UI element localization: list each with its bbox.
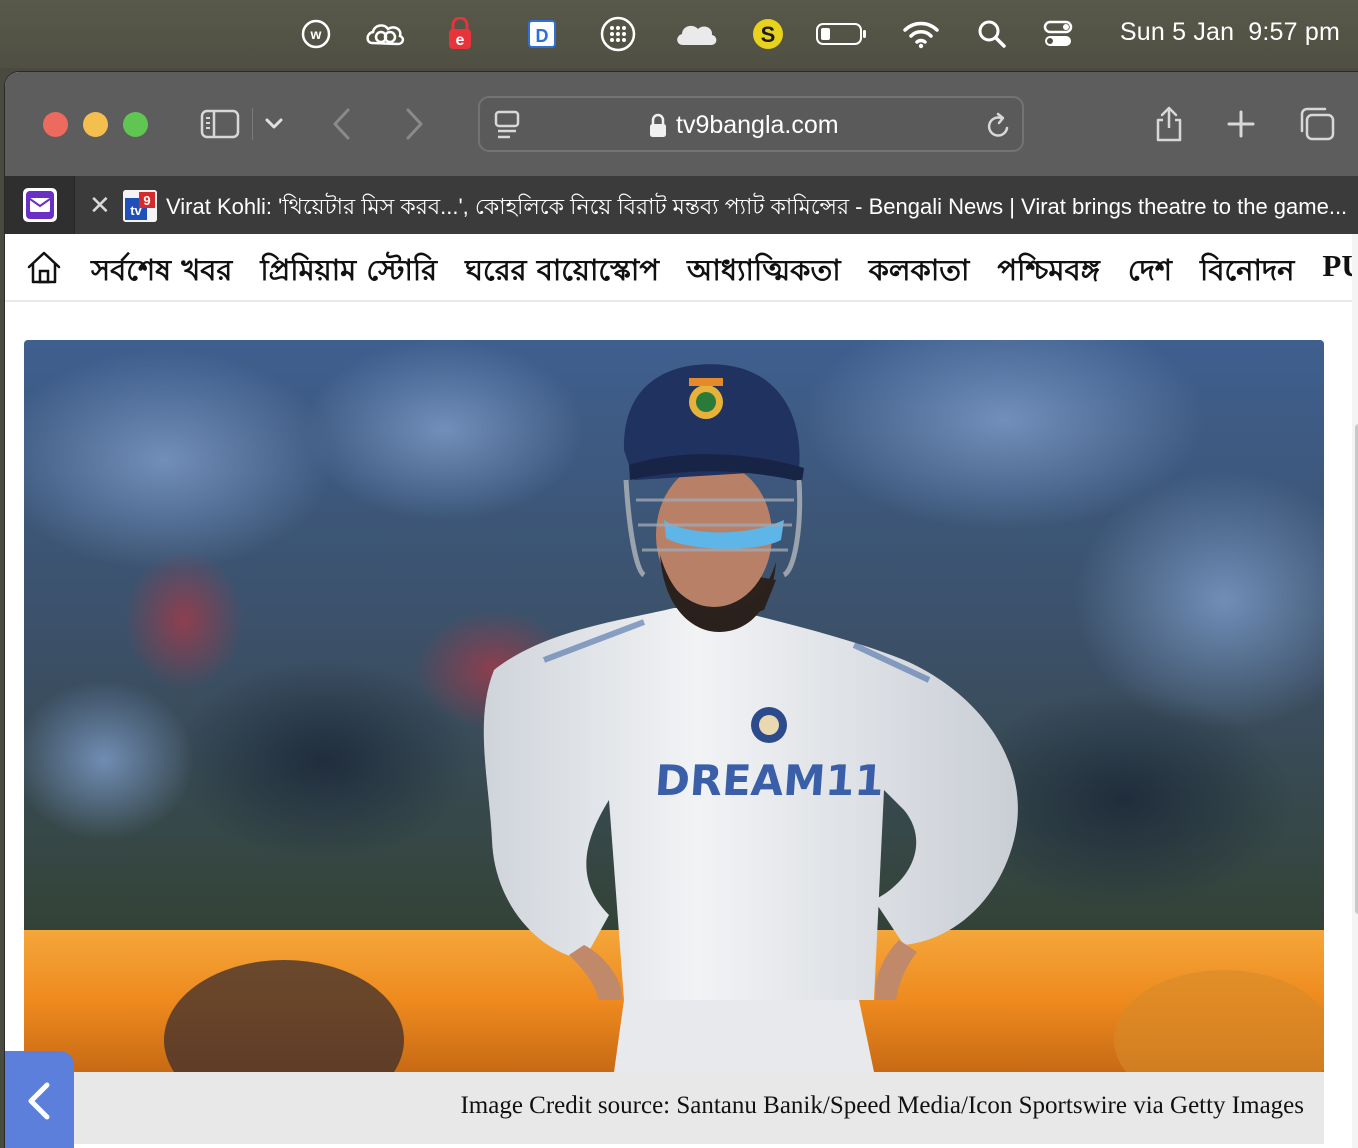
nav-item-pujo[interactable]: PUJO bbox=[1322, 248, 1352, 297]
pinned-tab-mail[interactable] bbox=[5, 176, 75, 234]
w-circle-icon[interactable]: w bbox=[298, 16, 334, 52]
nav-item-latest-news[interactable]: সর্বশেষ খবর bbox=[91, 248, 232, 297]
hero-image: DREAM11 bbox=[24, 340, 1324, 1072]
active-tab-title[interactable]: Virat Kohli: 'থিয়েটার মিস করব...', কোহল… bbox=[166, 190, 1356, 227]
menubar-clock[interactable]: Sun 5 Jan 9:57 pm bbox=[1120, 18, 1340, 47]
zoom-window-button[interactable] bbox=[123, 112, 148, 137]
chevron-left-icon bbox=[28, 1082, 49, 1120]
previous-article-button[interactable] bbox=[5, 1051, 74, 1148]
jersey-sponsor-text: DREAM11 bbox=[653, 756, 885, 805]
cloud-icon[interactable] bbox=[672, 16, 720, 52]
e-lock-icon[interactable]: e bbox=[444, 16, 476, 52]
chevron-down-icon[interactable] bbox=[261, 102, 287, 146]
reload-icon[interactable] bbox=[985, 111, 1013, 146]
site-nav-bar: সর্বশেষ খবর প্রিমিয়াম স্টোরি ঘরের বায়ো… bbox=[5, 234, 1352, 302]
spotlight-search-icon[interactable] bbox=[974, 16, 1010, 52]
forward-arrow-icon[interactable] bbox=[399, 102, 429, 146]
share-icon[interactable] bbox=[1149, 102, 1189, 146]
new-tab-plus-icon[interactable] bbox=[1223, 102, 1259, 146]
tab-strip: ✕ tv 9 Virat Kohli: 'থিয়েটার মিস করব...'… bbox=[5, 176, 1358, 234]
mail-envelope-icon bbox=[23, 188, 57, 227]
d-app-icon[interactable]: D bbox=[524, 16, 560, 52]
svg-text:e: e bbox=[456, 32, 465, 49]
launchpad-grid-icon[interactable] bbox=[598, 16, 638, 52]
tab-close-icon[interactable]: ✕ bbox=[89, 192, 111, 218]
svg-text:9: 9 bbox=[143, 193, 150, 208]
url-text: tv9bangla.com bbox=[676, 111, 839, 139]
tab-overview-icon[interactable] bbox=[1295, 102, 1339, 146]
s-app-icon[interactable]: S bbox=[750, 16, 786, 52]
address-bar[interactable]: tv9bangla.com bbox=[478, 96, 1024, 152]
svg-text:w: w bbox=[310, 26, 322, 42]
toolbar-divider bbox=[252, 108, 253, 140]
home-icon[interactable] bbox=[25, 248, 63, 286]
lock-icon bbox=[648, 113, 668, 144]
tv9-favicon-icon: tv 9 bbox=[123, 190, 157, 222]
image-caption-bar: Image Credit source: Santanu Banik/Speed… bbox=[24, 1072, 1324, 1144]
minimize-window-button[interactable] bbox=[83, 112, 108, 137]
clock-date: Sun 5 Jan bbox=[1119, 18, 1235, 46]
nav-item-west-bengal[interactable]: পশ্চিমবঙ্গ bbox=[997, 248, 1099, 297]
control-center-icon[interactable] bbox=[1040, 16, 1076, 52]
menu-bar: w e D S Sun 5 Jan 9:57 pm bbox=[0, 0, 1358, 68]
cricketer-photo: DREAM11 bbox=[24, 340, 1324, 1072]
nav-items: সর্বশেষ খবর প্রিমিয়াম স্টোরি ঘরের বায়ো… bbox=[91, 248, 1352, 297]
nav-item-premium-story[interactable]: প্রিমিয়াম স্টোরি bbox=[260, 248, 437, 297]
wifi-icon[interactable] bbox=[900, 16, 942, 52]
nav-item-bioscope[interactable]: ঘরের বায়োস্কোপ bbox=[465, 248, 659, 297]
nav-item-entertainment[interactable]: বিনোদন bbox=[1200, 248, 1294, 297]
sidebar-toggle-icon[interactable] bbox=[198, 102, 242, 146]
back-arrow-icon[interactable] bbox=[327, 102, 357, 146]
battery-icon[interactable] bbox=[814, 16, 870, 52]
web-page: সর্বশেষ খবর প্রিমিয়াম স্টোরি ঘরের বায়ো… bbox=[5, 234, 1358, 1148]
browser-window: tv9bangla.com ✕ tv 9 Virat Kohli: 'থিয়েট… bbox=[5, 72, 1358, 1148]
reader-mode-icon[interactable] bbox=[494, 110, 522, 145]
svg-text:S: S bbox=[761, 22, 776, 47]
creative-cloud-icon[interactable] bbox=[362, 16, 408, 52]
browser-toolbar: tv9bangla.com bbox=[5, 72, 1358, 176]
nav-item-kolkata[interactable]: কলকাতা bbox=[869, 248, 970, 297]
close-window-button[interactable] bbox=[43, 112, 68, 137]
nav-item-country[interactable]: দেশ bbox=[1128, 248, 1172, 297]
nav-item-spirituality[interactable]: আধ্যাত্মিকতা bbox=[687, 248, 841, 297]
svg-text:D: D bbox=[536, 26, 549, 46]
image-credit-caption: Image Credit source: Santanu Banik/Speed… bbox=[460, 1092, 1304, 1119]
clock-time: 9:57 pm bbox=[1248, 18, 1340, 46]
